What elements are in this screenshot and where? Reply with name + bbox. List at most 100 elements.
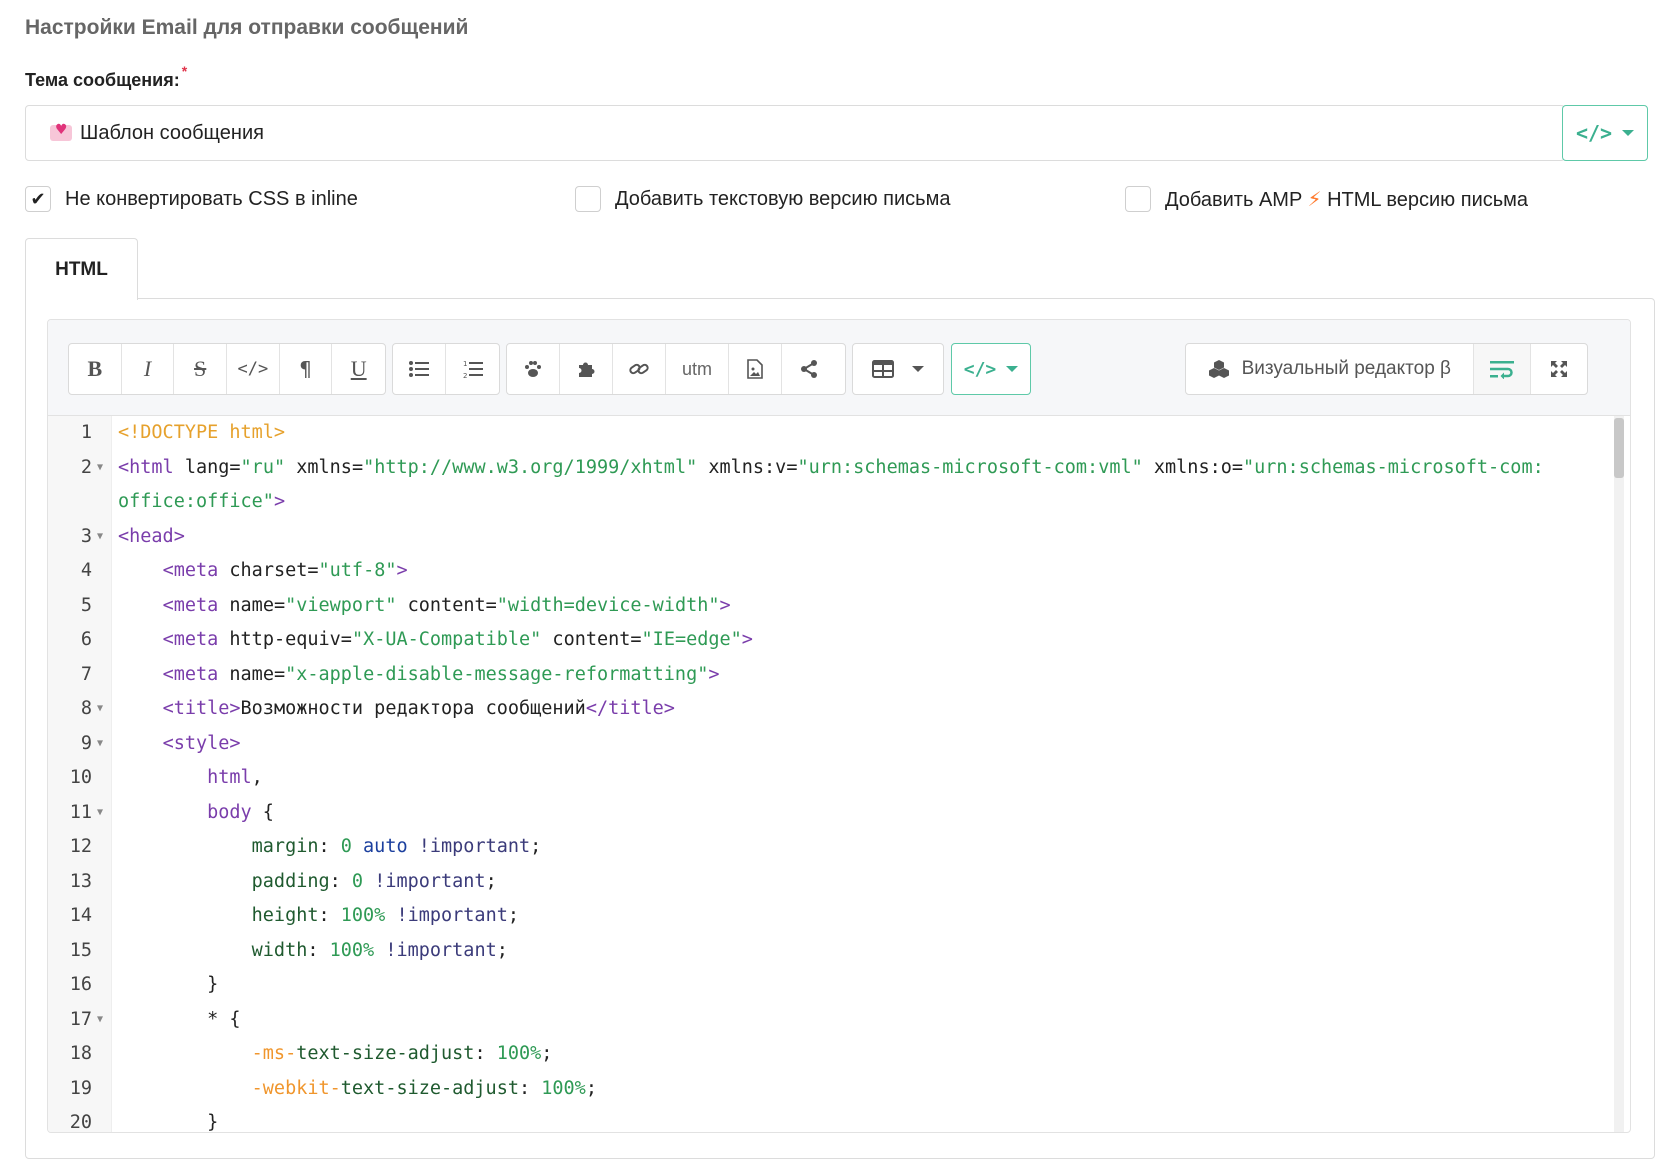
table-icon: [872, 360, 894, 378]
fold-arrow-icon[interactable]: ▼: [97, 451, 103, 486]
svg-text:1: 1: [463, 360, 467, 368]
code-text: margin: 0 auto !important;: [251, 836, 542, 857]
fold-arrow-icon[interactable]: ▼: [97, 1003, 103, 1038]
option-no-inline-css[interactable]: ✔ Не конвертировать CSS в inline: [25, 186, 358, 212]
subject-label-text: Тема сообщения:: [25, 70, 180, 90]
code-button[interactable]: </>: [227, 344, 280, 394]
code-text: <style>: [162, 732, 241, 754]
code-line: 20 }: [48, 1106, 1630, 1132]
insert-button-group: utm: [506, 343, 846, 395]
code-text: <head>: [118, 525, 185, 547]
line-number: 16: [69, 974, 92, 995]
image-file-icon: [747, 359, 763, 379]
line-number: 4: [80, 560, 92, 581]
code-text: -webkit-text-size-adjust: 100%;: [251, 1077, 597, 1099]
paw-button[interactable]: [507, 344, 560, 394]
share-button[interactable]: [782, 344, 835, 394]
editor-toolbar: B I S </> ¶ U 1 2 utm </> Визуальный ред…: [48, 320, 1630, 416]
code-text: padding: 0 !important;: [251, 870, 497, 892]
image-file-button[interactable]: [729, 344, 782, 394]
fold-arrow-icon[interactable]: ▼: [97, 520, 103, 555]
subject-value: Шаблон сообщения: [80, 121, 264, 144]
code-line: 2 ▼ <html lang="ru" xmlns="http://www.w3.o…: [48, 451, 1630, 520]
line-number: 6: [80, 629, 92, 650]
visual-editor-label: Визуальный редактор β: [1241, 358, 1451, 379]
lightning-icon: ⚡: [1307, 186, 1322, 211]
checkbox-text-version[interactable]: [575, 186, 601, 212]
code-lines: 1 <!DOCTYPE html> 2 ▼ <html lang="ru" xmlns=…: [48, 416, 1630, 1132]
list-button-group: 1 2: [392, 343, 500, 395]
code-line: 3 ▼ <head>: [48, 520, 1630, 555]
share-icon: [800, 360, 817, 378]
code-text: -ms-text-size-adjust: 100%;: [251, 1043, 553, 1064]
code-text: body {: [207, 801, 274, 823]
checkbox-no-inline-css[interactable]: ✔: [25, 186, 51, 212]
code-line: 10 html,: [48, 761, 1630, 796]
fold-arrow-icon[interactable]: ▼: [97, 727, 103, 762]
checkbox-amp-version[interactable]: [1125, 186, 1151, 212]
code-line: 19 -webkit-text-size-adjust: 100%;: [48, 1072, 1630, 1107]
paragraph-button[interactable]: ¶: [280, 344, 333, 394]
utm-button[interactable]: utm: [666, 344, 729, 394]
section-title: Настройки Email для отправки сообщений: [25, 16, 469, 39]
paw-icon: [525, 361, 541, 377]
code-line: 9 ▼ <style>: [48, 727, 1630, 762]
option-text-version[interactable]: Добавить текстовую версию письма: [575, 186, 950, 212]
bullet-list-icon: [409, 361, 429, 377]
line-number: 3: [80, 525, 92, 547]
strikethrough-button[interactable]: S: [174, 344, 228, 394]
option-label-before: Добавить AMP: [1165, 188, 1302, 211]
line-number: 2: [80, 456, 92, 478]
vertical-scrollbar[interactable]: [1614, 416, 1624, 1132]
chevron-down-icon: [1006, 366, 1019, 372]
italic-button[interactable]: I: [122, 344, 175, 394]
numbered-list-button[interactable]: 1 2: [446, 344, 499, 394]
scrollbar-thumb[interactable]: [1614, 418, 1624, 478]
code-text: <meta name="viewport" content="width=dev…: [162, 594, 731, 616]
code-line: 6 <meta http-equiv="X-UA-Compatible" con…: [48, 623, 1630, 658]
code-area[interactable]: 1 <!DOCTYPE html> 2 ▼ <html lang="ru" xmlns=…: [48, 416, 1630, 1132]
heart-letter-icon: [50, 122, 72, 141]
code-line: 7 <meta name="x-apple-disable-message-re…: [48, 658, 1630, 693]
line-number: 13: [69, 870, 92, 892]
right-toolbar-group: Визуальный редактор β: [1185, 343, 1588, 395]
insert-variable-button[interactable]: </>: [951, 343, 1031, 395]
line-number: 17: [69, 1008, 92, 1030]
html-code-editor: B I S </> ¶ U 1 2 utm </> Визуальный ред…: [47, 319, 1631, 1133]
fullscreen-button[interactable]: [1531, 344, 1587, 394]
line-number: 1: [80, 422, 92, 443]
code-line: 11 ▼ body {: [48, 796, 1630, 831]
line-number: 5: [80, 594, 92, 616]
code-text: <html lang="ru" xmlns="http://www.w3.org…: [118, 456, 1544, 513]
puzzle-button[interactable]: [560, 344, 613, 394]
table-button[interactable]: [853, 344, 943, 394]
bold-icon: B: [87, 356, 103, 381]
code-line: 18 -ms-text-size-adjust: 100%;: [48, 1037, 1630, 1072]
code-text: html,: [207, 767, 263, 788]
link-button[interactable]: [613, 344, 666, 394]
subject-input[interactable]: Шаблон сообщения: [25, 105, 1565, 161]
subject-insert-variable-button[interactable]: </>: [1562, 105, 1648, 161]
underline-button[interactable]: U: [332, 344, 385, 394]
code-text: width: 100% !important;: [251, 939, 508, 961]
code-line: 5 <meta name="viewport" content="width=d…: [48, 589, 1630, 624]
code-brackets-icon: </>: [1575, 121, 1613, 145]
code-line: 16 }: [48, 968, 1630, 1003]
wrap-lines-button[interactable]: [1473, 344, 1532, 394]
line-number: 11: [69, 801, 92, 823]
chevron-down-icon: [1622, 130, 1635, 136]
strikethrough-icon: S: [194, 356, 207, 381]
visual-editor-button[interactable]: Визуальный редактор β: [1186, 344, 1474, 394]
code-line: 1 <!DOCTYPE html>: [48, 416, 1630, 451]
fold-arrow-icon[interactable]: ▼: [97, 692, 103, 727]
bold-button[interactable]: B: [69, 344, 122, 394]
option-label: Добавить текстовую версию письма: [615, 187, 951, 210]
bullet-list-button[interactable]: [393, 344, 447, 394]
fold-arrow-icon[interactable]: ▼: [97, 796, 103, 831]
tab-html[interactable]: HTML: [25, 238, 138, 300]
code-text: <title>Возможности редактора сообщений</…: [162, 698, 675, 719]
code-text: height: 100% !important;: [251, 905, 519, 926]
option-label-after: HTML версию письма: [1327, 188, 1529, 211]
option-amp-version[interactable]: Добавить AMP ⚡ HTML версию письма: [1125, 186, 1528, 212]
code-line: 14 height: 100% !important;: [48, 899, 1630, 934]
